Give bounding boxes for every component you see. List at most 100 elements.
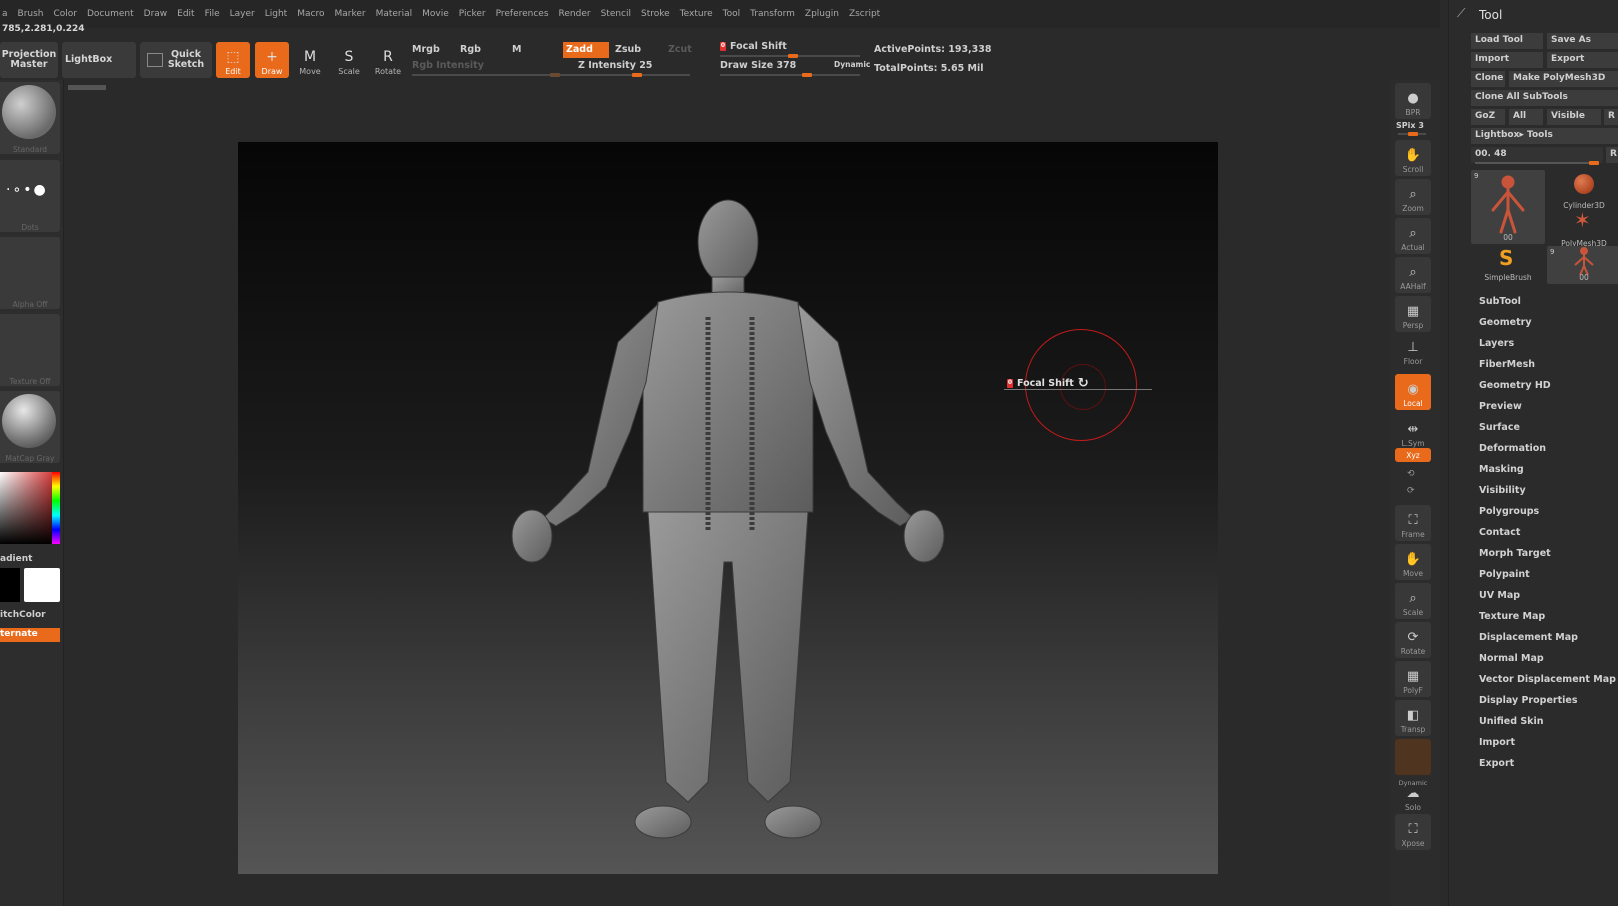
save-as-button[interactable]: Save As [1547,33,1618,49]
secondary-color-swatch[interactable] [0,568,20,602]
menu-edit[interactable]: Edit [177,9,194,19]
clone-all-subtools-button[interactable]: Clone All SubTools [1471,90,1618,106]
rgb-button[interactable]: Rgb [460,44,481,55]
menu-color[interactable]: Color [54,9,78,19]
menu-draw[interactable]: Draw [144,9,168,19]
section-polypaint[interactable]: Polypaint [1479,569,1530,580]
section-display-properties[interactable]: Display Properties [1479,695,1577,706]
draw-size-slider[interactable]: Draw Size 378 [720,60,796,71]
tool-thumb-simplebrush[interactable]: S SimpleBrush [1471,246,1545,284]
xyz-button[interactable]: Xyz [1395,448,1431,462]
menu-render[interactable]: Render [559,9,591,19]
stroke-thumbnail[interactable]: ·∘•● Dots [0,160,60,232]
persp-button[interactable]: ▦ Persp [1395,296,1431,332]
section-import[interactable]: Import [1479,737,1515,748]
menu-alpha[interactable]: a [2,9,8,19]
section-morph-target[interactable]: Morph Target [1479,548,1551,559]
menu-document[interactable]: Document [87,9,134,19]
projection-master-button[interactable]: Projection Master [0,42,58,78]
aahalf-button[interactable]: ⌕ AAHalf [1395,257,1431,293]
goz-r-button[interactable]: R [1604,109,1618,125]
quick-sketch-button[interactable]: Quick Sketch [140,42,212,78]
rotate-mode-button[interactable]: R Rotate [371,42,405,78]
scale-view-button[interactable]: ⌕ Scale [1395,583,1431,619]
frame-button[interactable]: ⛶ Frame [1395,505,1431,541]
menu-material[interactable]: Material [376,9,413,19]
menu-movie[interactable]: Movie [422,9,449,19]
tool-thumb-polymesh[interactable]: ✶ PolyMesh3D [1547,208,1618,248]
section-deformation[interactable]: Deformation [1479,443,1546,454]
export-button[interactable]: Export [1547,52,1618,68]
section-fibermesh[interactable]: FiberMesh [1479,359,1535,370]
z-intensity-track[interactable] [560,73,690,77]
tool-r-button[interactable]: R [1606,147,1618,163]
focal-shift-slider[interactable]: 0 Focal Shift [720,41,787,52]
menu-picker[interactable]: Picker [459,9,486,19]
floor-button[interactable]: ⊥ Floor [1395,332,1431,368]
zoom-button[interactable]: ⌕ Zoom [1395,179,1431,215]
menu-file[interactable]: File [205,9,220,19]
section-masking[interactable]: Masking [1479,464,1524,475]
alternate-button[interactable]: ternate [0,628,60,642]
focal-shift-handle[interactable] [788,54,798,58]
lsym-button[interactable]: ⇹ L.Sym [1395,414,1431,450]
m-button[interactable]: M [512,44,521,55]
z-intensity-handle[interactable] [632,73,642,77]
color-picker[interactable] [0,472,60,544]
zcut-button[interactable]: Zcut [668,44,692,55]
section-visibility[interactable]: Visibility [1479,485,1526,496]
section-layers[interactable]: Layers [1479,338,1514,349]
draw-size-track[interactable] [720,73,860,77]
draw-mode-button[interactable]: + Draw [255,42,289,78]
section-polygroups[interactable]: Polygroups [1479,506,1539,517]
menu-preferences[interactable]: Preferences [496,9,549,19]
scroll-handle[interactable] [68,85,106,90]
tool-thumb-character[interactable]: 9 00 [1471,170,1545,244]
texture-thumbnail[interactable]: Texture Off [0,314,60,386]
rotation-axis-icons[interactable]: ⟲ ⟳ [1407,466,1415,500]
section-displacement-map[interactable]: Displacement Map [1479,632,1578,643]
menu-stroke[interactable]: Stroke [641,9,670,19]
dynamic-toggle[interactable]: Dynamic [834,60,870,69]
lightbox-tools-button[interactable]: Lightbox▸ Tools [1471,128,1618,144]
goz-all-button[interactable]: All [1509,109,1543,125]
material-thumbnail[interactable]: MatCap Gray [0,391,60,463]
spix-handle[interactable] [1408,132,1418,136]
z-intensity-slider[interactable]: Z Intensity 25 [578,60,652,71]
make-polymesh-button[interactable]: Make PolyMesh3D [1509,71,1618,87]
clone-button[interactable]: Clone [1471,71,1505,87]
focal-shift-track[interactable] [720,54,860,58]
primary-color-swatch[interactable] [24,568,60,602]
section-uv-map[interactable]: UV Map [1479,590,1520,601]
bpr-button[interactable]: ● BPR [1395,83,1431,119]
menu-transform[interactable]: Transform [750,9,795,19]
xpose-button[interactable]: ⛶ Xpose [1395,814,1431,850]
document-canvas[interactable] [238,142,1218,874]
pin-icon[interactable]: ⟋ [1457,6,1465,21]
section-vector-displacement-map[interactable]: Vector Displacement Map [1479,674,1616,685]
load-tool-button[interactable]: Load Tool [1471,33,1543,49]
rgb-intensity-handle[interactable] [550,73,560,77]
tool-thumb-character-2[interactable]: 9 00 [1547,246,1618,284]
menu-texture[interactable]: Texture [680,9,713,19]
rotate-view-button[interactable]: ⟳ Rotate [1395,622,1431,658]
ghost-button[interactable] [1395,739,1431,775]
spix-track[interactable] [1398,132,1426,136]
menu-tool[interactable]: Tool [723,9,740,19]
menu-layer[interactable]: Layer [230,9,255,19]
brush-thumbnail[interactable]: Standard [0,82,60,154]
scroll-button[interactable]: ✋ Scroll [1395,140,1431,176]
section-export[interactable]: Export [1479,758,1514,769]
switch-color-button[interactable]: itchColor [0,610,46,620]
section-contact[interactable]: Contact [1479,527,1520,538]
move-view-button[interactable]: ✋ Move [1395,544,1431,580]
solo-button[interactable]: Dynamic ☁ Solo [1395,778,1431,814]
zsub-button[interactable]: Zsub [615,44,641,55]
hue-strip[interactable] [52,472,60,544]
transp-button[interactable]: ◧ Transp [1395,700,1431,736]
tool-size-handle[interactable] [1589,161,1599,165]
section-subtool[interactable]: SubTool [1479,296,1521,307]
zadd-button[interactable]: Zadd [563,42,609,58]
goz-button[interactable]: GoZ [1471,109,1505,125]
section-surface[interactable]: Surface [1479,422,1520,433]
